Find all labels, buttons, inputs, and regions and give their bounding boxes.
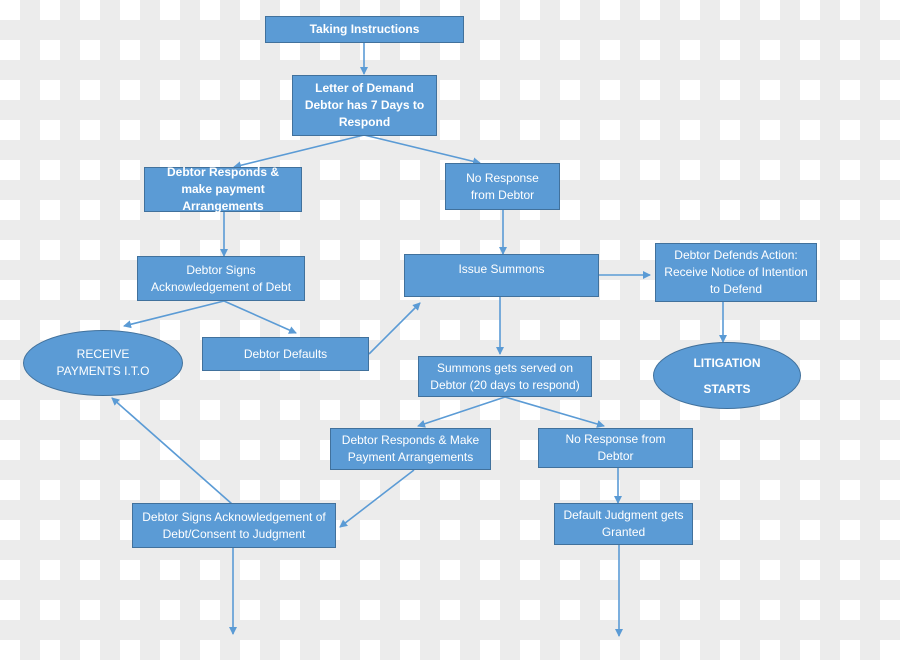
node-label: No Response from Debtor: [466, 170, 539, 202]
node-label: LITIGATION STARTS: [693, 355, 761, 396]
edge-demand-to-debtor-responds: [233, 134, 365, 170]
node-label: Default Judgment gets Granted: [563, 508, 684, 539]
edge-debtor-responds-make-to-consent: [339, 469, 415, 528]
node-taking-instructions: Taking Instructions: [265, 16, 464, 43]
node-receive-payments: RECEIVE PAYMENTS I.T.O: [23, 330, 183, 396]
node-debtor-defaults: Debtor Defaults: [202, 337, 369, 371]
connectors: [111, 43, 727, 637]
node-label: RECEIVE PAYMENTS I.T.O: [56, 347, 150, 378]
node-debtor-defends-action: Debtor Defends Action: Receive Notice of…: [655, 243, 817, 302]
node-label: Debtor Signs Acknowledgement of Debt: [150, 262, 292, 294]
edge-served-to-debtor-responds-make: [417, 396, 506, 428]
node-label: Debtor Defends Action: Receive Notice of…: [664, 248, 808, 296]
node-label: Debtor Responds & Make Payment Arrangeme…: [341, 433, 480, 464]
edge-defaults-to-summons: [368, 302, 421, 355]
node-label: Debtor Signs Acknowledgement of Debt/Con…: [142, 509, 326, 541]
node-label: No Response from Debtor: [565, 432, 666, 463]
node-summons-served: Summons gets served on Debtor (20 days t…: [418, 356, 592, 397]
node-no-response-from-debtor-2: No Response from Debtor: [538, 428, 693, 468]
node-label: Taking Instructions: [309, 22, 420, 36]
edge-signs-ack-to-defaults: [223, 300, 297, 334]
edge-consent-to-receive-payments: [111, 397, 233, 505]
node-debtor-responds-payment: Debtor Responds & make payment Arrangeme…: [144, 165, 302, 213]
node-no-response-from-debtor: No Response from Debtor: [445, 163, 560, 210]
edge-demand-to-no-response: [363, 134, 481, 166]
node-label: Issue Summons: [458, 262, 545, 276]
node-debtor-signs-acknowledgement: Debtor Signs Acknowledgement of Debt: [137, 256, 305, 301]
node-debtor-responds-make-payment: Debtor Responds & Make Payment Arrangeme…: [330, 428, 491, 470]
node-debtor-signs-consent: Debtor Signs Acknowledgement of Debt/Con…: [132, 503, 336, 548]
edge-signs-ack-to-receive-payments: [123, 300, 225, 329]
node-label: Debtor Responds & make payment Arrangeme…: [166, 165, 279, 213]
node-label: Summons gets served on Debtor (20 days t…: [430, 360, 580, 392]
node-letter-of-demand: Letter of Demand Debtor has 7 Days to Re…: [292, 75, 437, 136]
edge-served-to-no-response-2: [504, 396, 605, 428]
node-label: Letter of Demand Debtor has 7 Days to Re…: [304, 81, 425, 129]
node-litigation-starts: LITIGATION STARTS: [653, 342, 801, 409]
node-label: Debtor Defaults: [243, 346, 328, 361]
node-issue-summons: Issue Summons: [404, 254, 599, 297]
node-default-judgment-granted: Default Judgment gets Granted: [554, 503, 693, 545]
